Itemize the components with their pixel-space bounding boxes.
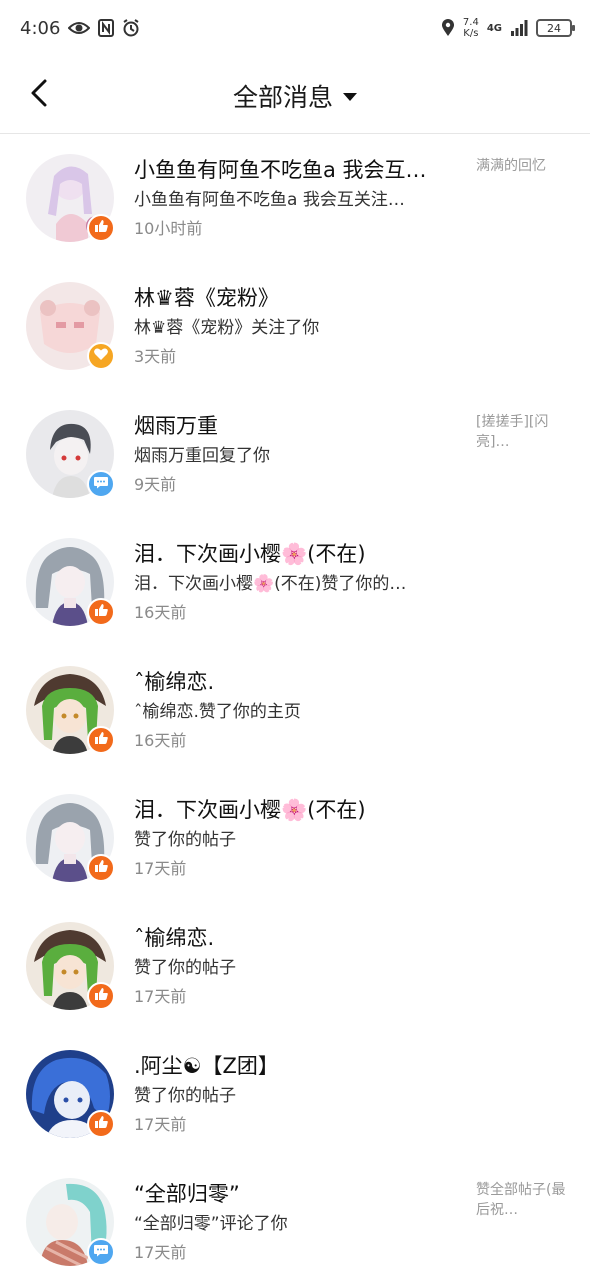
message-time: 16天前 bbox=[134, 731, 187, 750]
status-left: 4:06 bbox=[20, 18, 140, 39]
status-bar: 4:06 7.4 K/s 4G 24 bbox=[0, 0, 590, 56]
sender-name: ˆ榆绵恋. bbox=[134, 670, 215, 694]
like-badge bbox=[87, 214, 115, 242]
signal-icon bbox=[510, 20, 528, 36]
alarm-icon bbox=[122, 19, 140, 37]
like-icon bbox=[93, 986, 109, 1006]
battery-level: 24 bbox=[547, 21, 561, 35]
network-speed-value: 7.4 bbox=[462, 17, 479, 28]
list-item[interactable]: ˆ榆绵恋. ˆ榆绵恋.赞了你的主页 16天前 bbox=[0, 646, 590, 774]
list-item[interactable]: “全部归零” “全部归零”评论了你 17天前 赞全部帖子(最后祝… bbox=[0, 1158, 590, 1286]
status-time: 4:06 bbox=[20, 17, 61, 39]
follow-badge bbox=[87, 342, 115, 370]
message-text: 林♛蓉《宠粉》关注了你 bbox=[134, 318, 320, 338]
message-filter-dropdown[interactable]: 全部消息 bbox=[0, 76, 590, 116]
list-item[interactable]: 泪．下次画小樱🌸(不在) 赞了你的帖子 17天前 bbox=[0, 774, 590, 902]
like-icon bbox=[93, 602, 109, 622]
nfc-icon bbox=[98, 19, 115, 37]
referenced-content[interactable]: 赞全部帖子(最后祝… bbox=[476, 1180, 568, 1220]
referenced-content[interactable]: 满满的回忆 bbox=[476, 156, 568, 176]
list-item[interactable]: 林♛蓉《宠粉》 林♛蓉《宠粉》关注了你 3天前 bbox=[0, 262, 590, 390]
list-item[interactable]: ˆ榆绵恋. 赞了你的帖子 17天前 bbox=[0, 902, 590, 1030]
message-time: 17天前 bbox=[134, 859, 187, 878]
comment-badge bbox=[87, 470, 115, 498]
message-text: 小鱼鱼有阿鱼不吃鱼a 我会互关注… bbox=[134, 190, 405, 210]
message-text: 赞了你的帖子 bbox=[134, 958, 236, 978]
sender-name: ˆ榆绵恋. bbox=[134, 926, 215, 950]
like-badge bbox=[87, 854, 115, 882]
message-list: 小鱼鱼有阿鱼不吃鱼a 我会互… 小鱼鱼有阿鱼不吃鱼a 我会互关注… 10小时前 … bbox=[0, 134, 590, 1286]
battery-indicator: 24 bbox=[536, 19, 575, 37]
like-badge bbox=[87, 598, 115, 626]
message-time: 16天前 bbox=[134, 603, 187, 622]
network-type: 4G bbox=[486, 22, 502, 34]
caret-down-icon bbox=[343, 87, 357, 106]
page-title: 全部消息 bbox=[232, 83, 333, 112]
sender-name: 林♛蓉《宠粉》 bbox=[134, 286, 279, 310]
list-item[interactable]: 小鱼鱼有阿鱼不吃鱼a 我会互… 小鱼鱼有阿鱼不吃鱼a 我会互关注… 10小时前 … bbox=[0, 134, 590, 262]
message-text: ˆ榆绵恋.赞了你的主页 bbox=[134, 702, 301, 722]
like-icon bbox=[93, 1114, 109, 1134]
list-item[interactable]: .阿尘☯【Z团】 赞了你的帖子 17天前 bbox=[0, 1030, 590, 1158]
sender-name: 烟雨万重 bbox=[134, 414, 218, 438]
list-item[interactable]: 烟雨万重 烟雨万重回复了你 9天前 [搓搓手][闪亮]… bbox=[0, 390, 590, 518]
list-item[interactable]: 泪．下次画小樱🌸(不在) 泪．下次画小樱🌸(不在)赞了你的… 16天前 bbox=[0, 518, 590, 646]
message-time: 17天前 bbox=[134, 1115, 187, 1134]
message-text: 赞了你的帖子 bbox=[134, 1086, 236, 1106]
referenced-content[interactable]: [搓搓手][闪亮]… bbox=[476, 412, 568, 452]
comment-icon bbox=[93, 1242, 109, 1262]
sender-name: 泪．下次画小樱🌸(不在) bbox=[134, 798, 366, 822]
like-badge bbox=[87, 982, 115, 1010]
like-icon bbox=[93, 730, 109, 750]
sender-name: “全部归零” bbox=[134, 1182, 240, 1206]
like-icon bbox=[93, 858, 109, 878]
eye-icon bbox=[68, 21, 91, 35]
location-icon bbox=[441, 19, 455, 37]
sender-name: .阿尘☯【Z团】 bbox=[134, 1054, 279, 1078]
message-text: 烟雨万重回复了你 bbox=[134, 446, 270, 466]
comment-badge bbox=[87, 1238, 115, 1266]
heart-icon bbox=[93, 346, 109, 366]
like-badge bbox=[87, 1110, 115, 1138]
comment-icon bbox=[93, 474, 109, 494]
sender-name: 泪．下次画小樱🌸(不在) bbox=[134, 542, 366, 566]
like-badge bbox=[87, 726, 115, 754]
message-time: 3天前 bbox=[134, 347, 177, 366]
message-text: “全部归零”评论了你 bbox=[134, 1214, 288, 1234]
status-right: 7.4 K/s 4G 24 bbox=[441, 17, 575, 39]
message-time: 17天前 bbox=[134, 1243, 187, 1262]
header: 全部消息 bbox=[0, 56, 590, 134]
message-time: 17天前 bbox=[134, 987, 187, 1006]
message-time: 10小时前 bbox=[134, 219, 203, 238]
message-time: 9天前 bbox=[134, 475, 177, 494]
like-icon bbox=[93, 218, 109, 238]
network-speed-unit: K/s bbox=[463, 28, 479, 39]
sender-name: 小鱼鱼有阿鱼不吃鱼a 我会互… bbox=[134, 158, 427, 182]
message-text: 泪．下次画小樱🌸(不在)赞了你的… bbox=[134, 574, 407, 594]
message-text: 赞了你的帖子 bbox=[134, 830, 236, 850]
network-speed: 7.4 K/s bbox=[463, 17, 479, 39]
